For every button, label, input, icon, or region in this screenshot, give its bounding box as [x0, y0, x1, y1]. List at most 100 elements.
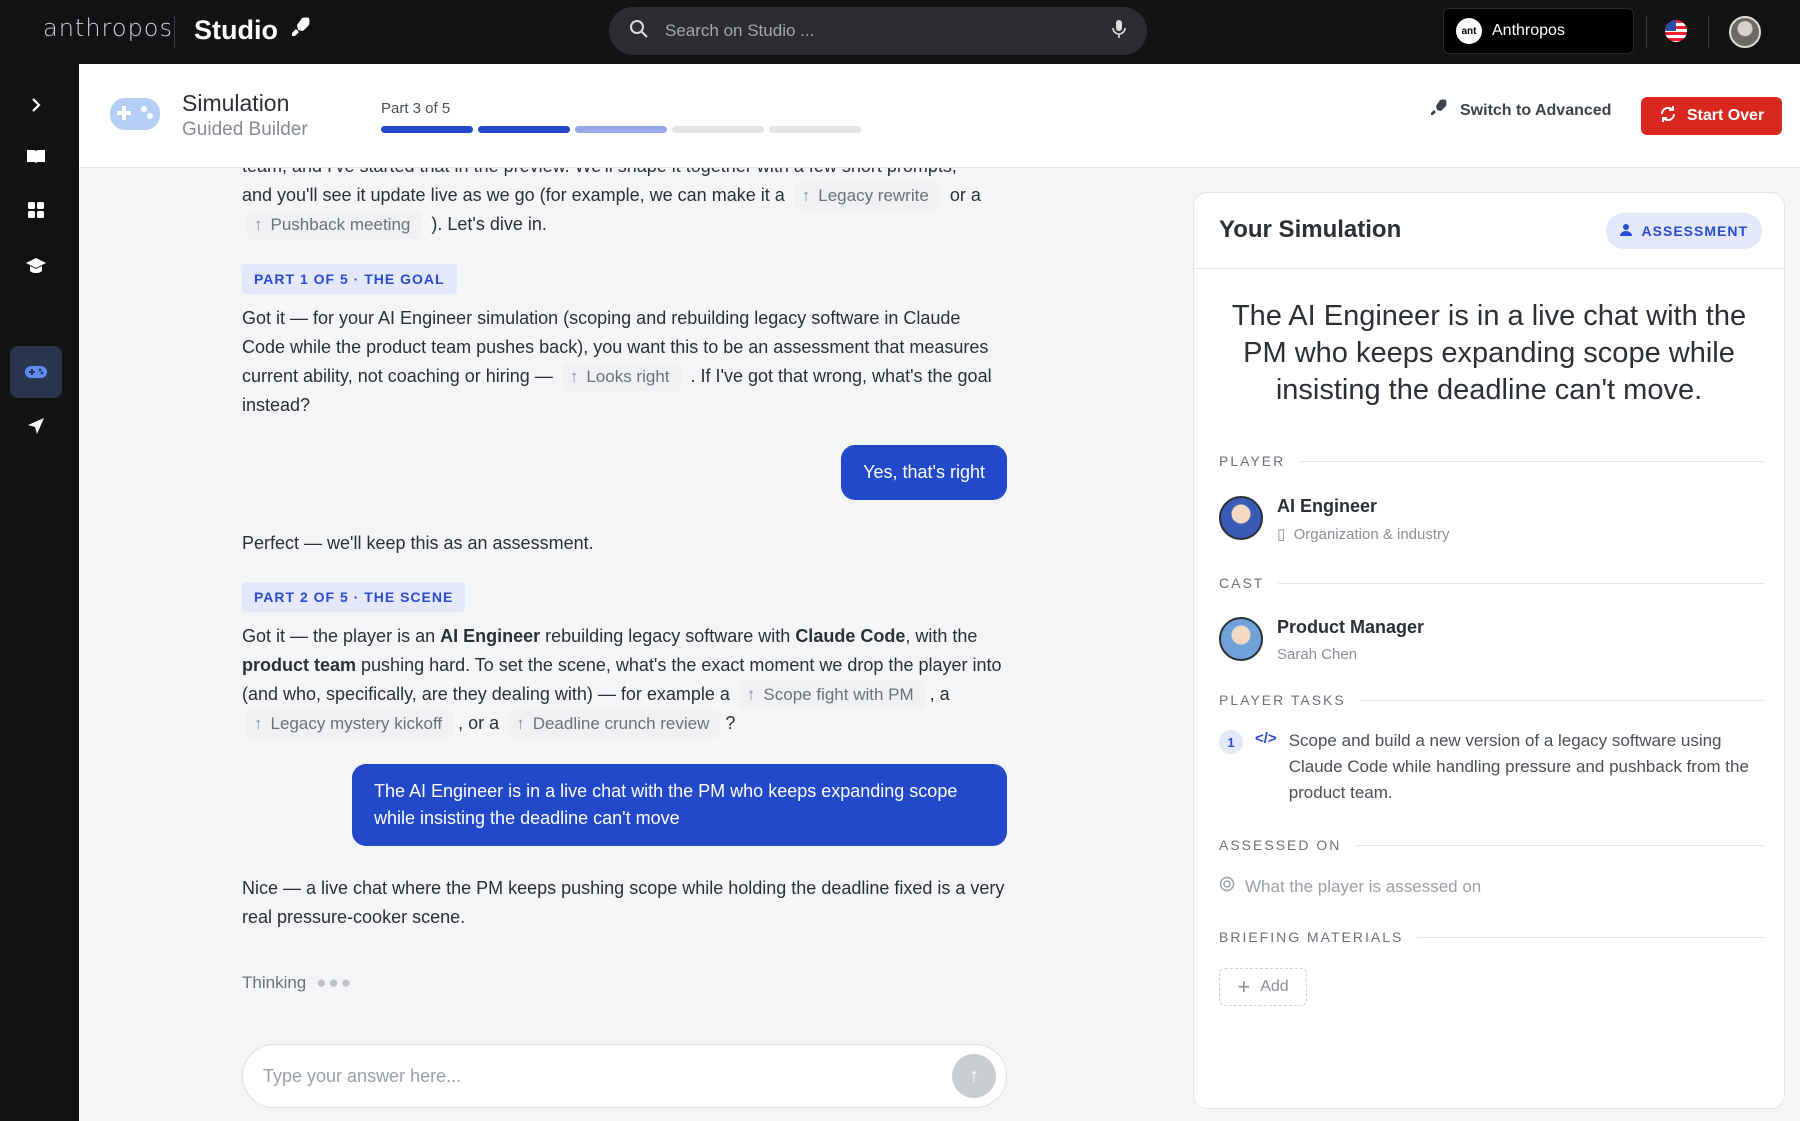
message-text: , with the — [905, 626, 978, 646]
answer-box[interactable]: ↑ — [242, 1044, 1007, 1108]
graduation-cap-icon[interactable] — [10, 240, 62, 292]
player-name: AI Engineer — [1277, 496, 1378, 516]
player-org: ▯ Organization & industry — [1277, 525, 1450, 543]
cast-role: Product Manager — [1277, 617, 1425, 637]
target-icon — [1219, 876, 1235, 897]
progress-step — [381, 126, 473, 133]
message-text-bold: Claude Code — [795, 626, 906, 646]
page-title: Simulation — [182, 90, 290, 116]
assessed-on-field[interactable]: What the player is assessed on — [1219, 876, 1481, 897]
assistant-message: Nice — a live chat where the PM keeps pu… — [242, 878, 1005, 927]
search-input[interactable] — [665, 21, 1111, 41]
start-over-button[interactable]: Start Over — [1641, 97, 1782, 135]
simulation-panel: Your Simulation ASSESSMENT The AI Engine… — [1193, 192, 1785, 1109]
suggestion-chip[interactable]: Deadline crunch review — [508, 710, 722, 738]
switch-to-advanced-button[interactable]: Switch to Advanced — [1428, 98, 1611, 123]
gamepad-icon[interactable] — [10, 346, 62, 398]
assistant-message: Perfect — we'll keep this as an assessme… — [242, 533, 594, 553]
org-logo: ant — [1456, 18, 1482, 44]
task-number: 1 — [1219, 730, 1243, 754]
rocket-icon — [1428, 98, 1448, 123]
microphone-icon[interactable] — [1111, 19, 1127, 44]
cast-avatar — [1219, 617, 1263, 661]
message-text: or a — [949, 185, 981, 205]
message-text: and you'll see it update live as we go (… — [242, 185, 785, 205]
refresh-icon — [1659, 105, 1677, 128]
simulation-headline: The AI Engineer is in a live chat with t… — [1231, 300, 1747, 406]
badge-label: ASSESSMENT — [1641, 223, 1748, 239]
studio-label: Studio — [194, 15, 278, 45]
suggestion-chip[interactable]: Looks right — [561, 363, 682, 391]
message-text: , a — [929, 684, 950, 704]
top-bar: anthropos Studio ant Anthropos — [0, 0, 1800, 64]
task-text: Scope and build a new version of a legac… — [1288, 731, 1749, 802]
assessment-badge: ASSESSMENT — [1605, 213, 1762, 249]
book-icon[interactable] — [10, 131, 62, 183]
thinking-indicator: Thinking ●●● — [242, 968, 353, 997]
grid-icon[interactable] — [10, 184, 62, 236]
divider — [174, 16, 175, 48]
rocket-icon — [288, 15, 312, 46]
send-icon[interactable] — [10, 400, 62, 452]
cast-card[interactable]: Product Manager Sarah Chen — [1219, 617, 1424, 663]
part-tag: PART 1 OF 5 · THE GOAL — [242, 264, 457, 294]
progress-label: Part 3 of 5 — [381, 100, 451, 117]
section-label: CAST — [1219, 575, 1764, 591]
suggestion-chip[interactable]: Legacy rewrite — [793, 182, 941, 210]
answer-input[interactable] — [263, 1065, 952, 1087]
panel-title: Your Simulation — [1219, 216, 1402, 243]
progress-steps — [381, 126, 861, 133]
us-flag-icon[interactable] — [1665, 20, 1687, 42]
brand-logo[interactable]: anthropos — [43, 14, 173, 42]
message-text-bold: AI Engineer — [440, 626, 541, 646]
part-tag: PART 2 OF 5 · THE SCENE — [242, 582, 466, 612]
search-icon — [629, 19, 649, 44]
gamepad-icon — [109, 94, 161, 139]
send-button[interactable]: ↑ — [952, 1054, 996, 1098]
message-text: team, and I've started that in the previ… — [242, 168, 957, 176]
thinking-label: Thinking — [242, 973, 307, 992]
chevron-right-icon[interactable] — [10, 79, 62, 131]
progress-step — [478, 126, 570, 133]
studio-title[interactable]: Studio — [194, 15, 312, 46]
code-icon: </> — [1255, 730, 1277, 747]
building-icon: ▯ — [1277, 526, 1286, 543]
arrow-up-icon: ↑ — [969, 1064, 979, 1087]
left-rail — [0, 64, 79, 1121]
message-text-bold: product team — [242, 655, 357, 675]
progress-step — [575, 126, 667, 133]
message-text: rebuilding legacy software with — [545, 626, 791, 646]
section-label: ASSESSED ON — [1219, 837, 1764, 853]
message-text: ). Let's dive in. — [431, 214, 547, 234]
chat-area: team, and I've started that in the previ… — [79, 168, 1193, 1121]
section-label: PLAYER TASKS — [1219, 692, 1764, 708]
message-text: , or a — [458, 713, 500, 733]
assistant-message: Got it — for your AI Engineer simulation… — [242, 304, 1007, 420]
task-item[interactable]: 1 </> Scope and build a new version of a… — [1219, 728, 1764, 806]
message-text: ? — [725, 713, 736, 733]
panel-header: Your Simulation ASSESSMENT — [1194, 193, 1784, 269]
start-over-label: Start Over — [1686, 107, 1765, 124]
org-switcher[interactable]: ant Anthropos — [1443, 8, 1634, 54]
divider — [1646, 16, 1647, 48]
progress-step — [672, 126, 764, 133]
suggestion-chip[interactable]: Scope fight with PM — [738, 681, 926, 709]
section-label: PLAYER — [1219, 453, 1764, 469]
add-briefing-button[interactable]: + Add — [1219, 968, 1307, 1006]
player-org-label: Organization & industry — [1293, 526, 1450, 543]
cast-name: Sarah Chen — [1277, 646, 1358, 663]
search-bar[interactable] — [609, 7, 1147, 55]
user-message: Yes, that's right — [841, 445, 1007, 500]
user-avatar[interactable] — [1729, 16, 1761, 48]
page-header: Simulation Guided Builder Part 3 of 5 Sw… — [79, 64, 1800, 168]
assistant-message: Got it — the player is an AI Engineer re… — [242, 622, 1007, 738]
switch-label: Switch to Advanced — [1460, 101, 1612, 119]
page-subtitle: Guided Builder — [182, 119, 308, 140]
section-label: BRIEFING MATERIALS — [1219, 929, 1764, 945]
suggestion-chip[interactable]: Legacy mystery kickoff — [246, 710, 455, 738]
player-card[interactable]: AI Engineer ▯ Organization & industry — [1219, 496, 1450, 543]
suggestion-chip[interactable]: Pushback meeting — [246, 211, 423, 239]
message-text: Got it — the player is an — [242, 626, 436, 646]
progress-step — [769, 126, 861, 133]
loading-dots-icon: ●●● — [316, 973, 354, 992]
